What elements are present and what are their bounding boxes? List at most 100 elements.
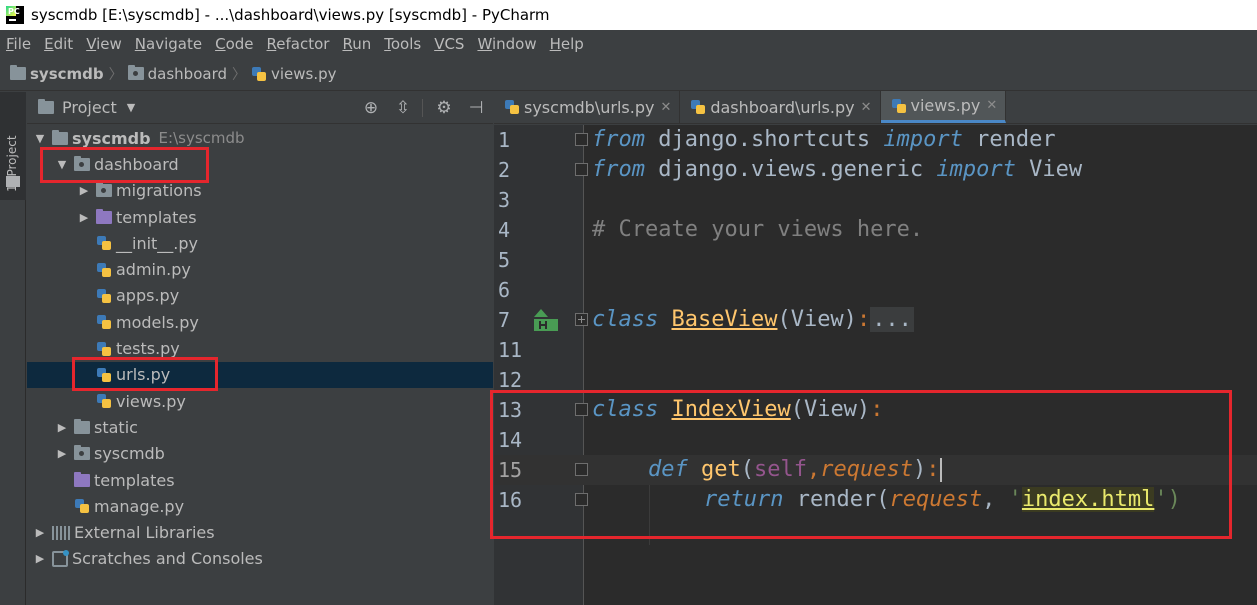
menu-file[interactable]: File: [6, 35, 31, 53]
window-title-bar: PC syscmdb [E:\syscmdb] - ...\dashboard\…: [0, 0, 1257, 30]
templates-folder-icon: [74, 471, 90, 487]
menu-vcs[interactable]: VCS: [434, 35, 464, 53]
code-line: 11: [494, 335, 1257, 365]
code-line: 5: [494, 245, 1257, 275]
hide-panel-icon[interactable]: ⊣: [465, 98, 487, 118]
python-file-icon: [96, 288, 112, 304]
expand-arrow-icon[interactable]: ▶: [77, 211, 91, 224]
locate-target-icon[interactable]: ⊕: [360, 98, 382, 118]
close-icon[interactable]: ✕: [986, 98, 997, 113]
folder-icon: [6, 176, 20, 187]
python-file-icon: [504, 99, 520, 115]
menu-tools[interactable]: Tools: [384, 35, 421, 53]
python-file-icon: [251, 66, 267, 82]
code-line: 7 class BaseView(View):...: [494, 305, 1257, 335]
library-icon: [52, 525, 70, 540]
folder-icon: [10, 65, 26, 80]
line-number: 1: [498, 128, 511, 152]
package-folder-icon: [74, 445, 90, 461]
window-title: syscmdb [E:\syscmdb] - ...\dashboard\vie…: [31, 6, 550, 24]
tree-item-models-py[interactable]: models.py: [27, 309, 493, 335]
menu-refactor[interactable]: Refactor: [267, 35, 330, 53]
package-folder-icon: [96, 182, 112, 198]
pycharm-logo-icon: PC: [6, 6, 24, 24]
gear-icon[interactable]: ⚙: [433, 98, 455, 118]
breadcrumb-separator-icon: 〉: [108, 66, 123, 83]
menu-run[interactable]: Run: [342, 35, 371, 53]
tree-item-templates-dashboard[interactable]: ▶ templates: [27, 204, 493, 230]
tree-item-views-py[interactable]: views.py: [27, 388, 493, 414]
line-number: 3: [498, 188, 511, 212]
expand-arrow-icon[interactable]: ▶: [77, 184, 91, 197]
fold-marker-icon[interactable]: [575, 163, 588, 176]
folder-icon: [74, 418, 90, 434]
folded-code-placeholder[interactable]: ...: [870, 307, 914, 332]
python-file-icon: [96, 262, 112, 278]
python-file-icon: [96, 341, 112, 357]
menu-window[interactable]: Window: [477, 35, 536, 53]
menu-bar: File Edit View Navigate Code Refactor Ru…: [0, 30, 1257, 57]
tree-item-admin-py[interactable]: admin.py: [27, 256, 493, 282]
menu-edit[interactable]: Edit: [44, 35, 73, 53]
project-tree: ▼ syscmdb E:\syscmdb ▼ dashboard ▶ migra…: [27, 125, 493, 572]
close-icon[interactable]: ✕: [861, 100, 872, 115]
line-number: 7: [498, 308, 511, 332]
tree-item-init-py[interactable]: __init__.py: [27, 230, 493, 256]
tab-dashboard-urls-py[interactable]: dashboard\urls.py ✕: [680, 91, 881, 123]
code-line: 4 # Create your views here.: [494, 215, 1257, 245]
breadcrumb-views-py[interactable]: views.py: [251, 65, 337, 83]
code-text: from django.views.generic import View: [592, 157, 1083, 182]
expand-arrow-icon[interactable]: ▶: [33, 552, 47, 565]
package-folder-icon: [127, 65, 144, 80]
menu-view[interactable]: View: [86, 35, 122, 53]
scratches-icon: [52, 549, 69, 567]
close-icon[interactable]: ✕: [660, 100, 671, 115]
annotation-box-dashboard: [40, 147, 209, 183]
line-number: 6: [498, 278, 511, 302]
breadcrumb-dashboard[interactable]: dashboard: [127, 65, 227, 83]
project-tool-tab[interactable]: 1: Project: [0, 92, 26, 200]
collapse-all-icon[interactable]: ⇳: [392, 98, 414, 118]
tree-item-manage-py[interactable]: manage.py: [27, 493, 493, 519]
expand-arrow-icon[interactable]: ▼: [33, 132, 47, 145]
tree-item-syscmdb-package[interactable]: ▶ syscmdb: [27, 441, 493, 467]
breadcrumb-project[interactable]: syscmdb: [10, 65, 104, 83]
tab-syscmdb-urls-py[interactable]: syscmdb\urls.py ✕: [494, 91, 681, 123]
code-line: 6: [494, 275, 1257, 305]
fold-marker-icon[interactable]: [575, 133, 588, 146]
expand-arrow-icon[interactable]: ▶: [55, 421, 69, 434]
breadcrumb-separator-icon: 〉: [232, 66, 246, 83]
expand-arrow-icon[interactable]: ▶: [33, 526, 47, 539]
project-view-selector[interactable]: Project: [62, 98, 117, 117]
python-file-icon: [96, 393, 112, 409]
fold-expand-icon[interactable]: [575, 313, 588, 326]
tab-views-py[interactable]: views.py ✕: [880, 91, 1007, 123]
menu-help[interactable]: Help: [550, 35, 584, 53]
menu-navigate[interactable]: Navigate: [135, 35, 202, 53]
python-file-icon: [96, 314, 112, 330]
overrides-gutter-icon[interactable]: [534, 307, 562, 333]
line-number: 11: [498, 338, 523, 362]
line-number: 4: [498, 218, 511, 242]
python-file-icon: [74, 498, 90, 514]
folder-icon: [38, 99, 54, 114]
chevron-down-icon[interactable]: ▼: [127, 101, 135, 114]
header-divider: [422, 99, 423, 117]
annotation-box-indexview: [490, 390, 1232, 539]
tree-item-templates-root[interactable]: templates: [27, 467, 493, 493]
tree-item-static[interactable]: ▶ static: [27, 414, 493, 440]
code-text: from django.shortcuts import render: [592, 127, 1056, 152]
expand-arrow-icon[interactable]: ▶: [55, 447, 69, 460]
python-file-icon: [891, 98, 907, 114]
tree-item-external-libraries[interactable]: ▶ External Libraries: [27, 519, 493, 545]
python-file-icon: [690, 99, 706, 115]
line-number: 2: [498, 158, 511, 182]
menu-code[interactable]: Code: [215, 35, 253, 53]
tree-item-scratches[interactable]: ▶ Scratches and Consoles: [27, 546, 493, 572]
python-file-icon: [96, 235, 112, 251]
tree-item-apps-py[interactable]: apps.py: [27, 283, 493, 309]
code-line: 1 from django.shortcuts import render: [494, 125, 1257, 155]
left-tool-strip: 1: Project: [0, 92, 26, 605]
code-text: class BaseView(View):...: [592, 307, 914, 332]
code-comment: # Create your views here.: [592, 217, 924, 242]
